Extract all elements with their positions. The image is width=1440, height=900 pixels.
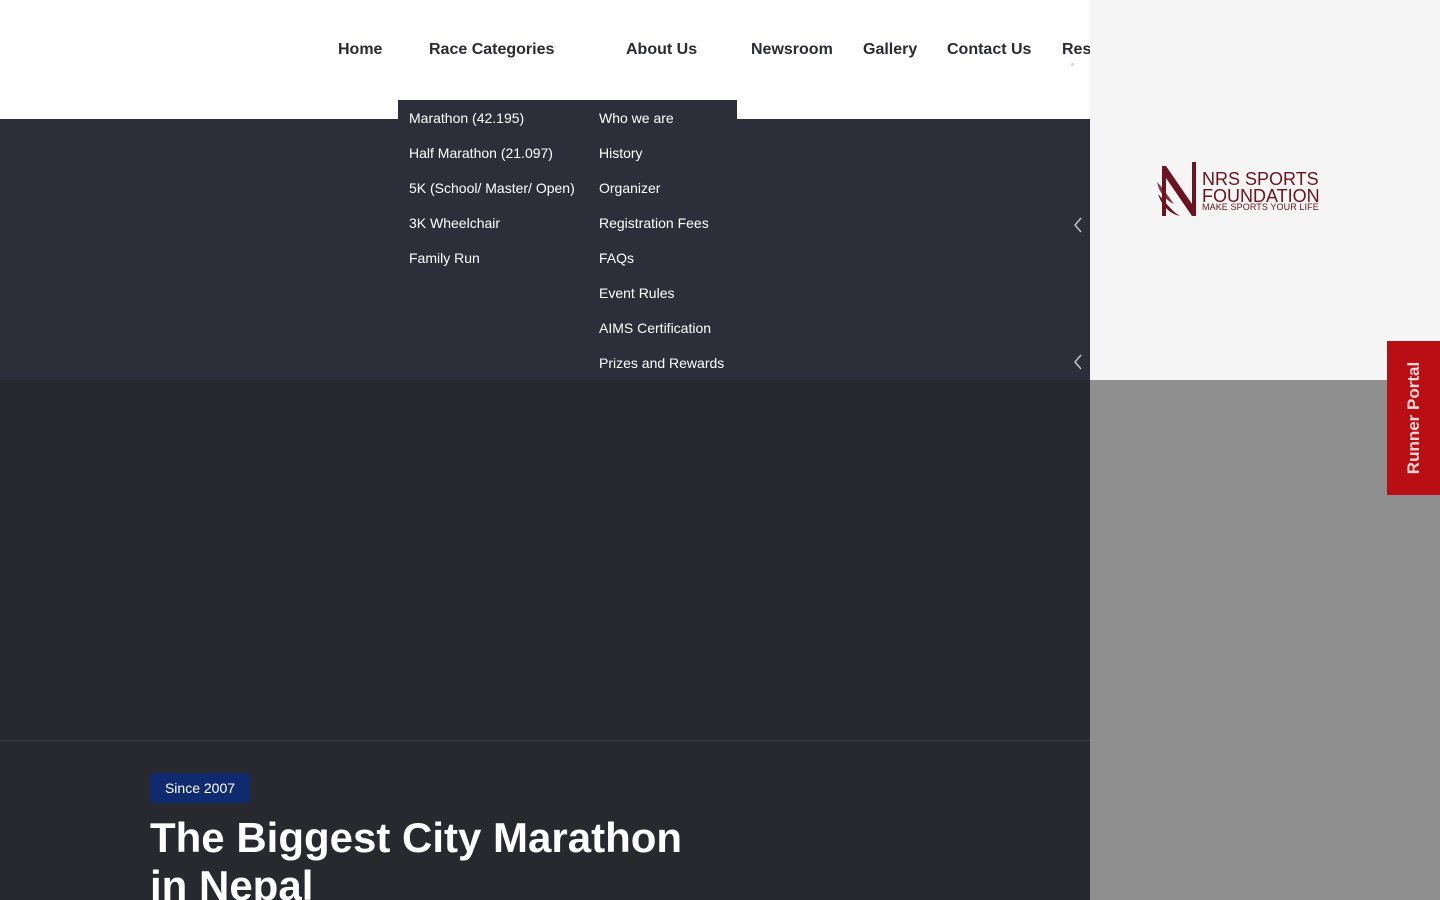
nav-newsroom[interactable]: Newsroom (751, 40, 833, 60)
hero-divider (0, 740, 1090, 741)
race-categories-dropdown: Marathon (42.195) Half Marathon (21.097)… (398, 100, 588, 280)
dropdown-item-who-we-are[interactable]: Who we are (599, 109, 674, 127)
about-us-dropdown: Who we are History Organizer Registratio… (588, 100, 737, 380)
dropdown-item-5k[interactable]: 5K (School/ Master/ Open) (409, 179, 575, 197)
dropdown-item-faqs[interactable]: FAQs (599, 249, 634, 267)
dropdown-item-event-rules[interactable]: Event Rules (599, 284, 674, 302)
dropdown-item-history[interactable]: History (599, 144, 643, 162)
hero-title: The Biggest City Marathon in Nepal (150, 814, 683, 900)
nav-gallery[interactable]: Gallery (863, 40, 917, 60)
nrs-sports-foundation-logo[interactable]: NRS SPORTS FOUNDATION MAKE SPORTS YOUR L… (1156, 160, 1321, 220)
dropdown-item-prizes-rewards[interactable]: Prizes and Rewards (599, 354, 724, 372)
chevron-left-icon[interactable] (1071, 354, 1085, 370)
dropdown-item-organizer[interactable]: Organizer (599, 179, 660, 197)
nav-indicator-dot (1071, 63, 1074, 66)
runner-portal-button[interactable]: Runner Portal (1387, 341, 1440, 495)
nav-contact-us[interactable]: Contact Us (947, 40, 1031, 60)
nav-home[interactable]: Home (338, 40, 382, 60)
logo-tagline: MAKE SPORTS YOUR LIFE (1202, 202, 1319, 212)
dropdown-item-registration-fees[interactable]: Registration Fees (599, 214, 709, 232)
dropdown-item-half-marathon[interactable]: Half Marathon (21.097) (409, 144, 553, 162)
logo-mark-icon (1157, 162, 1196, 216)
dropdown-item-marathon[interactable]: Marathon (42.195) (409, 109, 524, 127)
nav-about-us[interactable]: About Us (626, 40, 697, 60)
dropdown-item-3k-wheelchair[interactable]: 3K Wheelchair (409, 214, 500, 232)
runner-portal-label: Runner Portal (1403, 361, 1423, 475)
since-badge: Since 2007 (150, 773, 250, 803)
nav-race-categories[interactable]: Race Categories (429, 40, 554, 60)
dropdown-item-family-run[interactable]: Family Run (409, 249, 480, 267)
dropdown-item-aims-certification[interactable]: AIMS Certification (599, 319, 711, 337)
chevron-left-icon[interactable] (1071, 217, 1085, 233)
